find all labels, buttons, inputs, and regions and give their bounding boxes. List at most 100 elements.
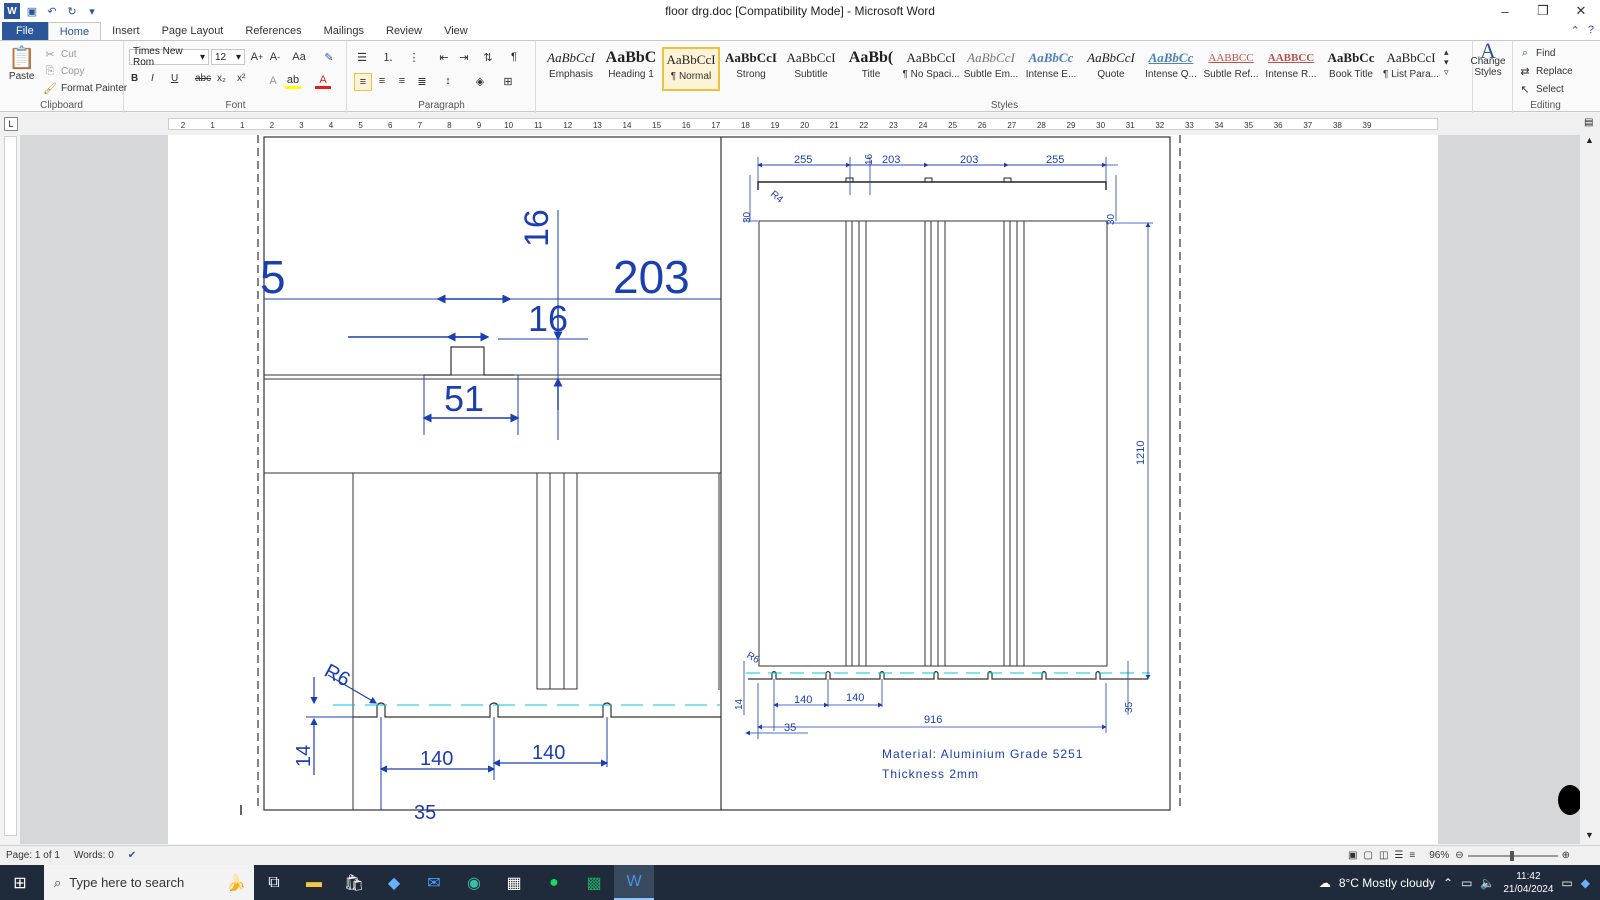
tab-mailings[interactable]: Mailings	[313, 22, 375, 40]
vertical-ruler[interactable]	[4, 136, 17, 836]
vertical-scrollbar[interactable]: ▤ ▲ ▼	[1580, 113, 1600, 844]
align-center-button[interactable]: ≡	[374, 73, 390, 89]
close-icon[interactable]: ✕	[1562, 0, 1600, 22]
increase-indent-button[interactable]: ⇥	[456, 49, 472, 65]
highlight-button[interactable]: ab	[285, 73, 301, 89]
grow-font-button[interactable]: A +	[249, 49, 265, 65]
tab-references[interactable]: References	[234, 22, 312, 40]
restore-icon[interactable]: ❐	[1524, 0, 1562, 22]
outline-icon[interactable]: ☰	[1394, 850, 1403, 861]
minimize-ribbon-icon[interactable]: ⌃	[1571, 24, 1580, 37]
italic-button[interactable]: I	[151, 73, 154, 84]
edge-icon[interactable]: ◉	[454, 865, 494, 900]
page-count[interactable]: Page: 1 of 1	[6, 850, 60, 861]
side-panel-toggle[interactable]	[1558, 785, 1580, 815]
style-heading-1[interactable]: AaBbC Heading 1	[602, 47, 660, 91]
network-icon[interactable]: ▭	[1461, 876, 1472, 890]
underline-button[interactable]: U	[171, 73, 178, 84]
format-painter-button[interactable]: 🖌 Format Painter	[42, 80, 127, 96]
weather-icon[interactable]: ☁	[1319, 876, 1331, 890]
sort-button[interactable]: ⇅	[480, 49, 496, 65]
shading-button[interactable]: ◈	[472, 73, 488, 89]
ruler-toggle-icon[interactable]: ▤	[1584, 117, 1593, 128]
scroll-up-icon[interactable]: ▲	[1585, 135, 1594, 145]
volume-icon[interactable]: 🔈	[1480, 876, 1495, 890]
align-left-button[interactable]: ≡	[354, 73, 372, 91]
help-icon[interactable]: ?	[1588, 24, 1594, 37]
spotify-icon[interactable]: ●	[534, 865, 574, 900]
zoom-thumb[interactable]	[1509, 850, 1514, 861]
multilevel-button[interactable]: ⋮	[406, 49, 422, 65]
bullets-button[interactable]: ☰	[354, 49, 370, 65]
document-page[interactable]: 203 16 16 5 51 R6 14 140 140 35 255 203 …	[168, 135, 1438, 844]
subscript-button[interactable]: x₂	[217, 73, 226, 84]
web-layout-icon[interactable]: ◫	[1379, 850, 1388, 861]
shrink-font-button[interactable]: A-	[267, 49, 283, 65]
select-button[interactable]: ↖ Select	[1517, 81, 1563, 97]
show-marks-button[interactable]: ¶	[506, 49, 522, 65]
store-icon[interactable]: 🛍	[334, 865, 374, 900]
style-intense-emphasis[interactable]: AaBbCc Intense E...	[1022, 47, 1080, 91]
change-case-button[interactable]: Aa	[291, 49, 307, 65]
cut-button[interactable]: ✂ Cut	[42, 46, 76, 62]
styles-scroll[interactable]: ▴ ▾ ▿	[1444, 47, 1449, 77]
text-effects-button[interactable]: A	[265, 73, 281, 89]
task-view-icon[interactable]: ⧉	[254, 865, 294, 900]
style-normal[interactable]: AaBbCcI ¶ Normal	[662, 47, 720, 91]
font-color-button[interactable]: A	[315, 73, 331, 89]
zoom-out-icon[interactable]: ⊖	[1455, 850, 1463, 861]
full-screen-icon[interactable]: ▢	[1363, 850, 1372, 861]
style-no-spacing[interactable]: AaBbCcI ¶ No Spaci...	[902, 47, 960, 91]
zoom-slider[interactable]	[1467, 850, 1558, 861]
line-spacing-button[interactable]: ↕	[440, 73, 456, 89]
change-styles-button[interactable]: A Change Styles	[1464, 40, 1512, 79]
font-name-select[interactable]: Times New Rom ▾	[129, 46, 209, 68]
style-subtle-emphasis[interactable]: AaBbCcI Subtle Em...	[962, 47, 1020, 91]
scroll-down-icon[interactable]: ▼	[1585, 830, 1594, 840]
style-subtle-reference[interactable]: AABBCC Subtle Ref...	[1202, 47, 1260, 91]
excel-icon[interactable]: ▩	[574, 865, 614, 900]
style-book-title[interactable]: AaBbCc Book Title	[1322, 47, 1380, 91]
superscript-button[interactable]: x²	[237, 73, 245, 84]
borders-button[interactable]: ⊞	[500, 73, 516, 89]
microsoft-store-icon[interactable]: ▦	[494, 865, 534, 900]
tab-view[interactable]: View	[433, 22, 479, 40]
align-right-button[interactable]: ≡	[394, 73, 410, 89]
copy-button[interactable]: ⎘ Copy	[42, 63, 85, 79]
copilot-tray-icon[interactable]: ◆	[1581, 876, 1590, 890]
draft-icon[interactable]: ≡	[1409, 850, 1415, 861]
windows-start-icon[interactable]: ⊞	[0, 865, 40, 900]
clear-formatting-button[interactable]: ✎	[321, 49, 337, 65]
replace-button[interactable]: ⇄ Replace	[1517, 63, 1572, 79]
tab-selector[interactable]: L	[4, 117, 18, 131]
style-title[interactable]: AaBb(Title	[842, 47, 900, 91]
tab-page-layout[interactable]: Page Layout	[151, 22, 235, 40]
style-quote[interactable]: AaBbCcI Quote	[1082, 47, 1140, 91]
file-explorer-icon[interactable]: ▬	[294, 865, 334, 900]
clock[interactable]: 11:42 21/04/2024	[1503, 870, 1553, 896]
horizontal-ruler[interactable]: 2 1 1 2 3 4 5 6 7 8 9 10 11 12 13 14 15 16 17 18 19 20 21 22 23 2…	[168, 118, 1438, 130]
chevron-up-icon[interactable]: ⌃	[1443, 876, 1453, 890]
tab-review[interactable]: Review	[375, 22, 433, 40]
zoom-in-icon[interactable]: ⊕	[1562, 850, 1570, 861]
style-intense-quote[interactable]: AaBbCc Intense Q...	[1142, 47, 1200, 91]
find-button[interactable]: ⌕ Find	[1517, 45, 1556, 61]
bold-button[interactable]: B	[131, 73, 138, 84]
style-strong[interactable]: AaBbCcI Strong	[722, 47, 780, 91]
word-count[interactable]: Words: 0	[74, 850, 114, 861]
copilot-icon[interactable]: ◆	[374, 865, 414, 900]
taskbar-search[interactable]: ⌕ Type here to search 🍌	[44, 865, 254, 900]
style-list-paragraph[interactable]: AaBbCcI ¶ List Para...	[1382, 47, 1440, 91]
numbering-button[interactable]: ⒈	[380, 49, 396, 65]
style-subtitle[interactable]: AaBbCcI Subtitle	[782, 47, 840, 91]
tab-insert[interactable]: Insert	[101, 22, 151, 40]
tab-file[interactable]: File	[2, 22, 48, 40]
weather-text[interactable]: 8°C Mostly cloudy	[1339, 876, 1435, 890]
style-emphasis[interactable]: AaBbCcI Emphasis	[542, 47, 600, 91]
tab-home[interactable]: Home	[47, 22, 102, 40]
print-layout-icon[interactable]: ▣	[1348, 850, 1357, 861]
decrease-indent-button[interactable]: ⇤	[436, 49, 452, 65]
mail-icon[interactable]: ✉	[414, 865, 454, 900]
justify-button[interactable]: ≣	[414, 73, 430, 89]
zoom-level[interactable]: 96%	[1429, 850, 1449, 861]
